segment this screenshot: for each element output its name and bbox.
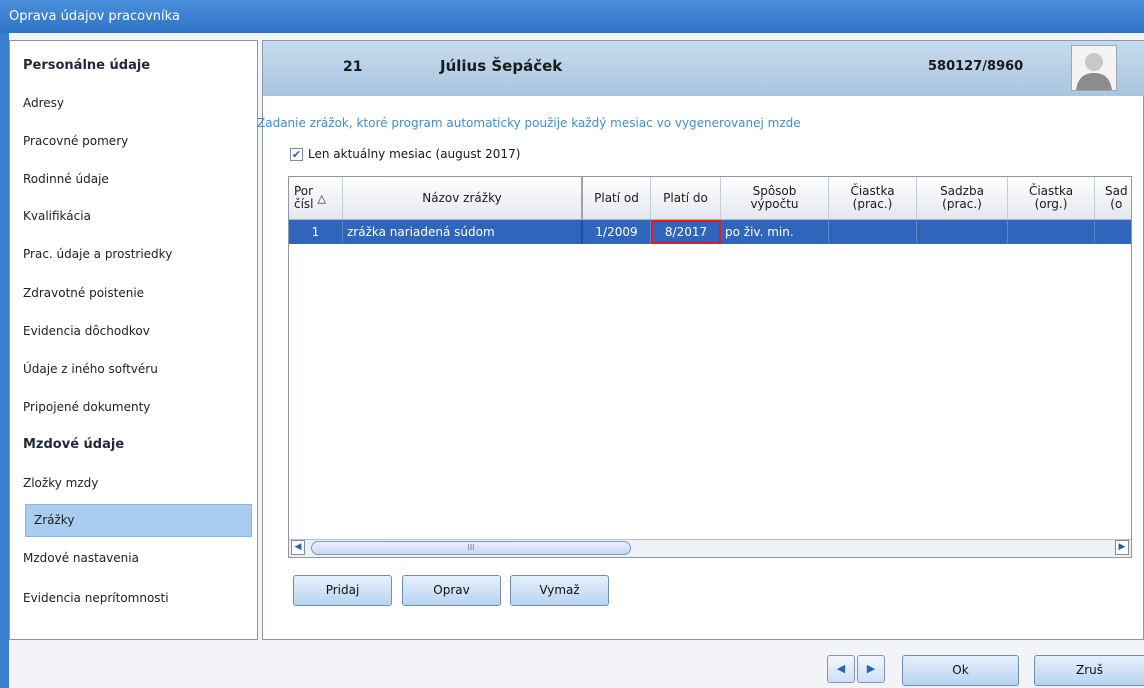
scroll-right-icon[interactable]: ▶ [1115,540,1129,555]
cell-amount-employee[interactable] [829,220,917,244]
cell-rate-employee[interactable] [917,220,1008,244]
current-month-filter[interactable]: ✔ Len aktuálny mesiac (august 2017) [290,147,520,161]
section-header-personal: Personálne údaje [23,58,151,73]
column-header-amount-employee[interactable]: Čiastka (prac.) [829,177,917,219]
sidebar: Personálne údaje Adresy Pracovné pomery … [9,40,258,640]
previous-icon[interactable]: ◀ [827,655,855,683]
window-frame [0,33,9,688]
sidebar-item-addresses[interactable]: Adresy [23,96,64,110]
column-number-line2: čísl [294,197,314,211]
sidebar-item-attached-documents[interactable]: Pripojené dokumenty [23,400,150,414]
scroll-thumb[interactable]: III [311,541,631,555]
cell-name[interactable]: zrážka nariadená súdom [343,220,583,244]
sidebar-item-health-insurance[interactable]: Zdravotné poistenie [23,286,144,300]
column-valid-from-label: Platí od [594,190,639,205]
cell-rate-org[interactable] [1095,220,1131,244]
employee-id: 580127/8960 [928,59,1024,74]
column-name-label: Názov zrážky [422,190,502,205]
cell-amount-org[interactable] [1008,220,1095,244]
delete-button[interactable]: Vymaž [510,575,609,606]
employee-header: 21 Július Šepáček 580127/8960 [263,41,1144,96]
check-icon: ✔ [291,147,302,161]
edit-button[interactable]: Oprav [402,575,501,606]
horizontal-scrollbar[interactable]: ◀ III ▶ [289,539,1131,557]
column-method-line2: výpočtu [750,197,799,211]
column-rate-employee-line2: (prac.) [942,197,982,211]
ok-button[interactable]: Ok [902,655,1019,686]
column-header-name[interactable]: Názov zrážky [343,177,583,219]
column-rate-org-line2: (o [1110,197,1123,211]
column-amount-employee-line2: (prac.) [852,197,893,211]
sidebar-item-work-resources[interactable]: Prac. údaje a prostriedky [23,247,172,261]
sort-ascending-icon: △ [317,191,326,205]
section-header-wage: Mzdové údaje [23,437,125,452]
employee-number: 21 [343,59,363,75]
cell-number[interactable]: 1 [289,220,343,244]
sidebar-item-absence[interactable]: Evidencia neprítomnosti [23,591,169,605]
deductions-grid: Por čísl △ Názov zrážky Platí od Platí d… [288,176,1132,558]
table-row[interactable]: 1 zrážka nariadená súdom 1/2009 8/2017 p… [289,220,1131,244]
sidebar-item-work-contracts[interactable]: Pracovné pomery [23,134,128,148]
cancel-button[interactable]: Zruš [1034,655,1144,686]
sidebar-item-wage-settings[interactable]: Mzdové nastavenia [23,551,139,565]
sidebar-item-other-software[interactable]: Údaje z iného softvéru [23,362,158,376]
cell-valid-to[interactable]: 8/2017 [651,220,721,244]
column-header-valid-to[interactable]: Platí do [651,177,721,219]
cell-valid-from[interactable]: 1/2009 [583,220,651,244]
column-header-rate-org[interactable]: Sad (o [1095,177,1131,219]
next-icon[interactable]: ▶ [857,655,885,683]
column-header-amount-org[interactable]: Čiastka (org.) [1008,177,1095,219]
cell-method[interactable]: po živ. min. [721,220,829,244]
column-amount-org-line2: (org.) [1034,197,1068,211]
sidebar-item-wage-components[interactable]: Zložky mzdy [23,476,98,490]
sidebar-item-pension[interactable]: Evidencia dôchodkov [23,324,150,338]
grid-header: Por čísl △ Názov zrážky Platí od Platí d… [289,177,1131,220]
sidebar-item-qualification[interactable]: Kvalifikácia [23,209,91,223]
column-header-valid-from[interactable]: Platí od [583,177,651,219]
sidebar-item-family[interactable]: Rodinné údaje [23,172,109,186]
employee-name: Július Šepáček [440,57,563,75]
avatar-icon [1071,45,1117,91]
add-button[interactable]: Pridaj [293,575,392,606]
column-valid-to-label: Platí do [663,190,708,205]
current-month-checkbox[interactable]: ✔ [290,147,303,161]
column-header-number[interactable]: Por čísl △ [289,177,343,219]
hint-text: Zadanie zrážok, ktoré program automatick… [257,116,801,130]
column-header-rate-employee[interactable]: Sadzba (prac.) [917,177,1008,219]
window-title: Oprava údajov pracovníka [0,0,1144,33]
current-month-label: Len aktuálny mesiac (august 2017) [308,147,521,161]
column-header-method[interactable]: Spôsob výpočtu [721,177,829,219]
scroll-left-icon[interactable]: ◀ [291,540,305,555]
sidebar-item-deductions[interactable]: Zrážky [25,504,252,537]
